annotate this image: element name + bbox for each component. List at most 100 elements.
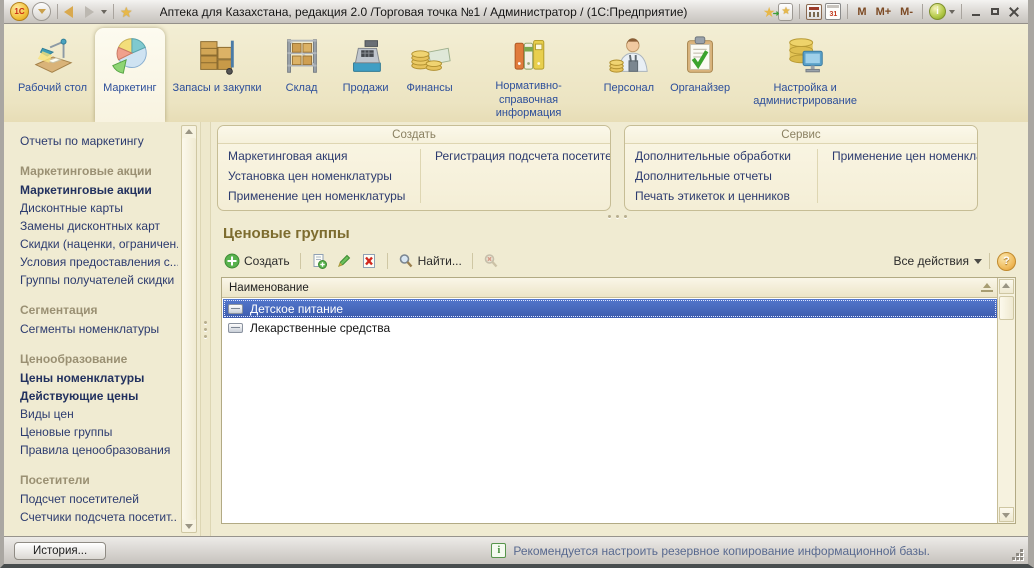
tab-label: Органайзер bbox=[670, 82, 730, 95]
price-groups-form: Ценовые группы Создать bbox=[217, 221, 1018, 536]
sidebar-item-discount-recipient-groups[interactable]: Группы получателей скидки bbox=[20, 273, 178, 287]
info-icon[interactable] bbox=[929, 3, 946, 20]
scrollbar-thumb[interactable] bbox=[999, 296, 1014, 320]
sidebar-item-visitor-counters[interactable]: Счетчики подсчета посетит... bbox=[20, 510, 178, 524]
sidebar-item-current-prices[interactable]: Действующие цены bbox=[20, 389, 178, 403]
tab-reference-info[interactable]: Нормативно-справочная информация bbox=[462, 28, 596, 122]
close-button[interactable] bbox=[1006, 5, 1022, 19]
panel-title-service: Сервис bbox=[625, 126, 977, 144]
tab-finance[interactable]: Финансы bbox=[398, 28, 462, 122]
tab-inventory-purchasing[interactable]: Запасы и закупки bbox=[165, 28, 270, 122]
table-row[interactable]: Лекарственные средства bbox=[223, 318, 997, 337]
info-dropdown-icon[interactable] bbox=[949, 10, 955, 14]
table-body: Детское питание Лекарственные средства bbox=[222, 298, 1015, 523]
memory-m-plus-button[interactable]: M+ bbox=[873, 6, 895, 18]
cmd-additional-processings[interactable]: Дополнительные обработки bbox=[635, 149, 807, 163]
copy-item-button[interactable] bbox=[308, 251, 330, 271]
cmd-apply-nomenclature-prices[interactable]: Применение цен номенклатуры bbox=[228, 189, 410, 203]
sidebar-item-discounts[interactable]: Скидки (наценки, ограничен... bbox=[20, 237, 178, 251]
tab-marketing[interactable]: Маркетинг bbox=[95, 28, 164, 122]
sidebar-scrollbar[interactable] bbox=[181, 125, 197, 533]
horizontal-splitter[interactable] bbox=[217, 211, 1018, 221]
command-panels-row: Создать Маркетинговая акция Установка це… bbox=[217, 125, 1018, 211]
navigation-sidebar: Отчеты по маркетингу Маркетинговые акции… bbox=[4, 122, 200, 536]
tab-label: Запасы и закупки bbox=[173, 82, 262, 95]
chevron-down-icon bbox=[38, 9, 46, 14]
forward-icon[interactable] bbox=[85, 6, 94, 18]
delete-item-button[interactable] bbox=[358, 251, 380, 271]
favorites-star-icon[interactable]: ★ bbox=[120, 5, 133, 19]
tab-personnel[interactable]: Персонал bbox=[596, 28, 663, 122]
sidebar-item-discount-conditions[interactable]: Условия предоставления с... bbox=[20, 255, 178, 269]
tab-sales[interactable]: Продажи bbox=[334, 28, 398, 122]
divider bbox=[961, 4, 962, 19]
scroll-up-icon[interactable] bbox=[1002, 283, 1010, 288]
scrollbar-thumb[interactable] bbox=[182, 138, 196, 520]
main-menu-button[interactable] bbox=[32, 2, 51, 21]
create-button[interactable]: Создать bbox=[221, 251, 293, 271]
find-button[interactable]: Найти... bbox=[395, 251, 465, 271]
tab-administration[interactable]: Настройка и администрирование bbox=[738, 28, 872, 122]
calendar-icon[interactable] bbox=[825, 3, 841, 20]
cmd-marketing-action[interactable]: Маркетинговая акция bbox=[228, 149, 410, 163]
shelf-rack-icon bbox=[278, 33, 326, 79]
sidebar-item-pricing-rules[interactable]: Правила ценообразования bbox=[20, 443, 178, 457]
scroll-down-icon[interactable] bbox=[1002, 513, 1010, 518]
sidebar-item-visitor-count[interactable]: Подсчет посетителей bbox=[20, 492, 178, 506]
status-message[interactable]: Рекомендуется настроить резервное копиро… bbox=[491, 543, 930, 558]
divider bbox=[57, 4, 58, 19]
table-header[interactable]: Наименование bbox=[222, 278, 1015, 298]
sort-icon[interactable] bbox=[981, 283, 993, 292]
open-favorites-icon[interactable]: ★ bbox=[778, 3, 793, 21]
cmd-set-nomenclature-prices[interactable]: Установка цен номенклатуры bbox=[228, 169, 410, 183]
edit-item-button[interactable] bbox=[333, 251, 355, 271]
cmd-apply-nomenclature-prices-2[interactable]: Применение цен номенклатуры bbox=[832, 149, 978, 163]
table-scrollbar[interactable] bbox=[997, 278, 1015, 523]
sidebar-item-card-replacements[interactable]: Замены дисконтных карт bbox=[20, 219, 178, 233]
search-icon bbox=[398, 253, 414, 269]
all-actions-button[interactable]: Все действия bbox=[894, 254, 982, 268]
add-favorite-icon[interactable]: ★ bbox=[763, 5, 776, 19]
tab-label: Склад bbox=[286, 82, 318, 95]
history-dropdown-icon[interactable] bbox=[101, 10, 107, 14]
sidebar-item-price-groups[interactable]: Ценовые группы bbox=[20, 425, 178, 439]
sidebar-item-price-types[interactable]: Виды цен bbox=[20, 407, 178, 421]
tab-label: Финансы bbox=[406, 82, 452, 95]
maximize-button[interactable] bbox=[987, 5, 1003, 19]
divider bbox=[387, 253, 388, 269]
back-icon[interactable] bbox=[64, 6, 73, 18]
minimize-button[interactable] bbox=[968, 5, 984, 19]
calculator-icon[interactable] bbox=[806, 4, 822, 20]
tab-warehouse[interactable]: Склад bbox=[270, 28, 334, 122]
cancel-search-button[interactable] bbox=[480, 251, 502, 271]
statusbar: История... Рекомендуется настроить резер… bbox=[4, 536, 1028, 564]
scroll-up-icon[interactable] bbox=[185, 129, 193, 134]
page-title: Ценовые группы bbox=[223, 225, 1018, 242]
1c-logo-icon[interactable] bbox=[10, 2, 29, 21]
sidebar-item-nomenclature-prices[interactable]: Цены номенклатуры bbox=[20, 371, 178, 385]
table-row[interactable]: Детское питание bbox=[223, 299, 997, 318]
help-button[interactable] bbox=[997, 252, 1016, 271]
tab-label: Продажи bbox=[343, 82, 389, 95]
memory-m-minus-button[interactable]: M- bbox=[897, 6, 916, 18]
sidebar-group-visitors: Посетители bbox=[20, 473, 178, 487]
tab-organizer[interactable]: Органайзер bbox=[662, 28, 738, 122]
price-groups-table: Наименование Детское питание Лекарственн… bbox=[221, 277, 1016, 524]
tab-desktop[interactable]: Рабочий стол bbox=[10, 28, 95, 122]
resize-grip-icon[interactable] bbox=[1011, 548, 1023, 560]
sidebar-item-marketing-reports[interactable]: Отчеты по маркетингу bbox=[20, 134, 178, 148]
scroll-down-icon[interactable] bbox=[185, 524, 193, 529]
memory-m-button[interactable]: M bbox=[854, 6, 869, 18]
service-command-panel: Сервис Дополнительные обработки Дополнит… bbox=[624, 125, 978, 211]
search-clear-icon bbox=[483, 253, 499, 269]
history-button[interactable]: История... bbox=[14, 542, 106, 560]
sidebar-item-nomenclature-segments[interactable]: Сегменты номенклатуры bbox=[20, 322, 178, 336]
divider bbox=[113, 4, 114, 19]
section-workspace: Создать Маркетинговая акция Установка це… bbox=[211, 122, 1028, 536]
cmd-register-visitor-count[interactable]: Регистрация подсчета посетителей bbox=[435, 149, 611, 163]
vertical-splitter[interactable] bbox=[200, 122, 211, 536]
cmd-additional-reports[interactable]: Дополнительные отчеты bbox=[635, 169, 807, 183]
sidebar-item-marketing-actions[interactable]: Маркетинговые акции bbox=[20, 183, 178, 197]
cmd-print-labels[interactable]: Печать этикеток и ценников bbox=[635, 189, 807, 203]
sidebar-item-discount-cards[interactable]: Дисконтные карты bbox=[20, 201, 178, 215]
